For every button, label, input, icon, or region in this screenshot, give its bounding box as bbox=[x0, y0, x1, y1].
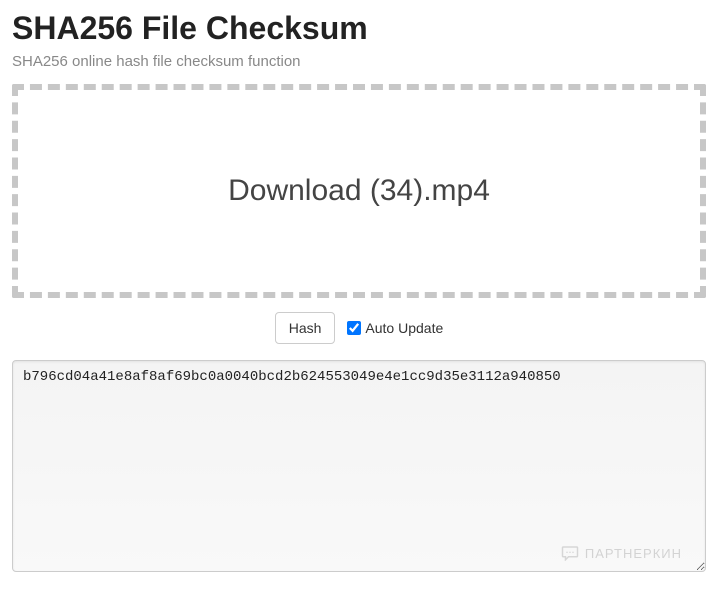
hash-button[interactable]: Hash bbox=[275, 312, 336, 344]
auto-update-label: Auto Update bbox=[365, 320, 443, 336]
file-dropzone[interactable]: Download (34).mp4 bbox=[12, 84, 706, 298]
dropzone-filename: Download (34).mp4 bbox=[228, 174, 490, 208]
page-title: SHA256 File Checksum bbox=[12, 10, 706, 47]
page-subtitle: SHA256 online hash file checksum functio… bbox=[12, 53, 706, 70]
controls-row: Hash Auto Update bbox=[12, 312, 706, 344]
auto-update-label-wrap[interactable]: Auto Update bbox=[347, 320, 443, 336]
auto-update-checkbox[interactable] bbox=[347, 321, 361, 335]
hash-output[interactable] bbox=[12, 360, 706, 572]
